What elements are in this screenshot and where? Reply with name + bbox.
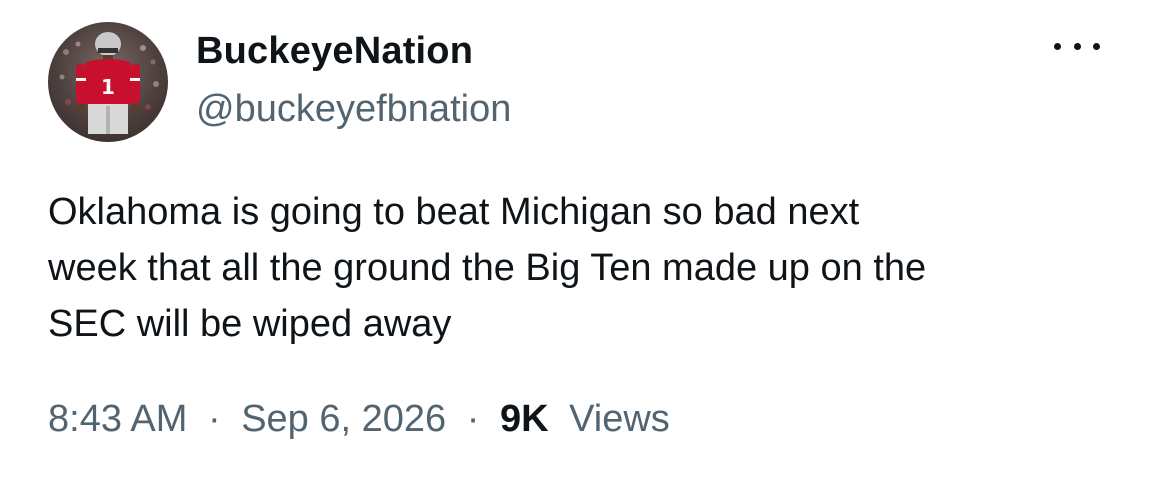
tweet-time[interactable]: 8:43 AM (48, 398, 187, 440)
meta-separator: · (466, 398, 480, 440)
tweet-text-line: SEC will be wiped away (48, 303, 452, 345)
tweet-card: 1 BuckeyeNation @buckeyefbnation Oklahom… (0, 0, 1170, 487)
more-dot (1054, 42, 1061, 50)
tweet-text-line: Oklahoma is going to beat Michigan so ba… (48, 191, 860, 233)
tweet-date[interactable]: Sep 6, 2026 (241, 398, 446, 440)
views-label[interactable]: Views (569, 398, 670, 440)
views-count[interactable]: 9K (500, 398, 549, 440)
more-dot (1073, 42, 1081, 50)
user-handle[interactable]: @buckeyefbnation (196, 88, 511, 131)
jersey-number: 1 (101, 75, 115, 99)
meta-separator: · (207, 398, 221, 440)
avatar[interactable]: 1 (48, 22, 168, 142)
more-dot (1093, 42, 1100, 50)
tweet-text-line: week that all the ground the Big Ten mad… (48, 247, 927, 289)
more-options-icon[interactable] (1054, 34, 1100, 58)
display-name[interactable]: BuckeyeNation (196, 30, 473, 73)
avatar-image: 1 (59, 32, 159, 134)
tweet-meta: 8:43 AM · Sep 6, 2026 · 9K Views (48, 398, 670, 441)
tweet-text: Oklahoma is going to beat Michigan so ba… (48, 184, 1128, 352)
